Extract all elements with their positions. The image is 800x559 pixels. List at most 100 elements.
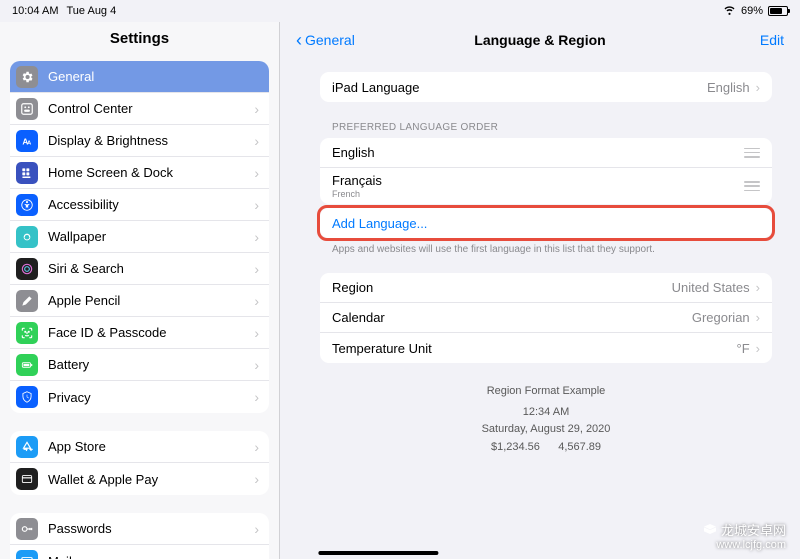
nav-back-label: General [305,32,355,48]
chevron-right-icon: › [254,357,259,373]
sidebar-item-siri[interactable]: Siri & Search› [10,253,269,285]
sidebar-item-label: Privacy [48,390,254,405]
status-date: Tue Aug 4 [66,5,116,17]
passwords-icon [16,518,38,540]
preferred-footer: Apps and websites will use the first lan… [320,239,772,255]
sidebar-title: Settings [0,22,279,61]
preferred-header: PREFERRED LANGUAGE ORDER [320,122,772,138]
sidebar-item-faceid[interactable]: Face ID & Passcode› [10,317,269,349]
chevron-right-icon: › [254,439,259,455]
wallet-icon [16,468,38,490]
sidebar-item-home[interactable]: Home Screen & Dock› [10,157,269,189]
nav-back-button[interactable]: ‹ General [296,30,355,51]
ipad-language-label: iPad Language [332,80,707,95]
sidebar-item-general[interactable]: General [10,61,269,93]
sidebar-item-label: App Store [48,439,254,454]
sidebar-item-pencil[interactable]: Apple Pencil› [10,285,269,317]
calendar-row[interactable]: CalendarGregorian› [320,303,772,333]
sidebar-item-wallet[interactable]: Wallet & Apple Pay› [10,463,269,495]
battery-icon [768,6,788,16]
chevron-right-icon: › [254,471,259,487]
region-format-example: Region Format Example 12:34 AM Saturday,… [320,383,772,456]
chevron-right-icon: › [254,133,259,149]
sidebar-item-label: Apple Pencil [48,293,254,308]
chevron-right-icon: › [254,293,259,309]
chevron-right-icon: › [756,280,760,295]
example-time: 12:34 AM [320,404,772,422]
sidebar-item-label: Wallpaper [48,229,254,244]
accessibility-icon [16,194,38,216]
sidebar-item-privacy[interactable]: Privacy› [10,381,269,413]
ipad-language-row[interactable]: iPad Language English › [320,72,772,102]
chevron-right-icon: › [756,341,760,356]
sidebar-item-appstore[interactable]: App Store› [10,431,269,463]
sidebar-item-passwords[interactable]: Passwords› [10,513,269,545]
sidebar-item-label: Passwords [48,521,254,536]
privacy-icon [16,386,38,408]
language-sub: French [332,189,736,199]
region-row[interactable]: RegionUnited States › [320,273,772,303]
pencil-icon [16,290,38,312]
chevron-right-icon: › [254,101,259,117]
wallpaper-icon [16,226,38,248]
drag-handle-icon[interactable] [744,148,760,158]
chevron-right-icon: › [254,553,259,559]
sidebar-item-control-center[interactable]: Control Center› [10,93,269,125]
language-label: Français [332,173,736,188]
language-label: English [332,145,736,160]
chevron-right-icon: › [254,229,259,245]
nav-title: Language & Region [474,32,605,48]
svg-text:A: A [27,140,32,146]
preferred-group: English Français French [320,138,772,204]
faceid-icon [16,322,38,344]
chevron-right-icon: › [254,197,259,213]
control-center-icon [16,98,38,120]
content-pane: ‹ General Language & Region Edit iPad La… [280,22,800,559]
chevron-right-icon: › [254,261,259,277]
example-title: Region Format Example [320,383,772,401]
row-label: Region [332,280,672,295]
row-value: °F [737,341,750,356]
drag-handle-icon[interactable] [744,181,760,191]
sidebar-item-display[interactable]: AADisplay & Brightness› [10,125,269,157]
battery-icon [16,354,38,376]
chevron-left-icon: ‹ [296,30,302,51]
status-time: 10:04 AM [12,5,58,17]
battery-percent: 69% [741,5,763,17]
wifi-icon [723,3,736,19]
sidebar: Settings GeneralControl Center›AADisplay… [0,22,280,559]
sidebar-item-label: Display & Brightness [48,133,254,148]
siri-icon [16,258,38,280]
language-row[interactable]: Français French [320,168,772,204]
sidebar-item-accessibility[interactable]: Accessibility› [10,189,269,221]
sidebar-item-label: Siri & Search [48,261,254,276]
sidebar-item-mail[interactable]: Mail› [10,545,269,559]
appstore-icon [16,436,38,458]
language-row[interactable]: English [320,138,772,168]
add-language-highlight: Add Language... [317,205,775,241]
row-value: United States [672,280,750,295]
add-language-button[interactable]: Add Language... [320,208,772,238]
home-icon [16,162,38,184]
row-value: Gregorian [692,310,750,325]
sidebar-item-label: Accessibility [48,197,254,212]
chevron-right-icon: › [254,389,259,405]
example-date: Saturday, August 29, 2020 [320,421,772,439]
sidebar-item-battery[interactable]: Battery› [10,349,269,381]
example-numbers: $1,234.56 4,567.89 [320,439,772,457]
sidebar-item-label: Battery [48,357,254,372]
nav-edit-button[interactable]: Edit [760,32,784,48]
sidebar-item-label: General [48,69,259,84]
nav-bar: ‹ General Language & Region Edit [280,22,800,58]
sidebar-item-label: Mail [48,554,254,559]
sidebar-item-label: Home Screen & Dock [48,165,254,180]
temperature-unit-row[interactable]: Temperature Unit°F› [320,333,772,363]
row-label: Calendar [332,310,692,325]
chevron-right-icon: › [254,325,259,341]
sidebar-item-label: Wallet & Apple Pay [48,472,254,487]
chevron-right-icon: › [254,521,259,537]
sidebar-item-wallpaper[interactable]: Wallpaper› [10,221,269,253]
home-indicator[interactable] [318,551,438,555]
region-group: RegionUnited States›CalendarGregorian›Te… [320,273,772,363]
chevron-right-icon: › [254,165,259,181]
